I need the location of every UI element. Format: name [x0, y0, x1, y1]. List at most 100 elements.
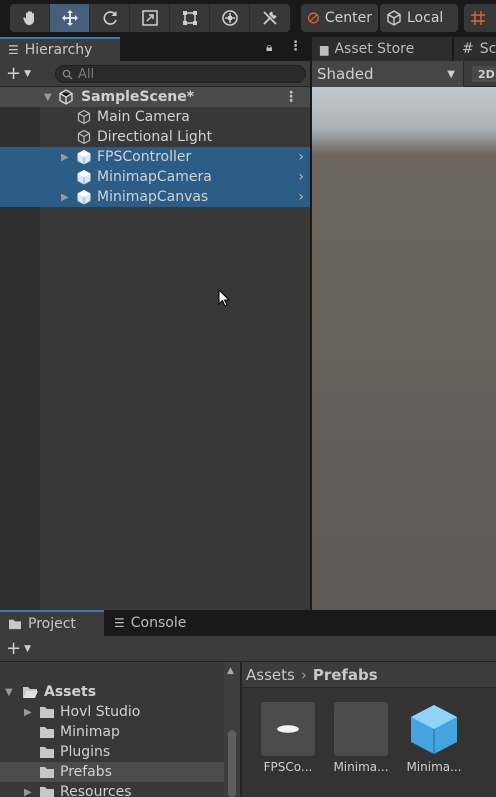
prefab-icon — [77, 170, 91, 185]
expand-arrow-icon: ▼ — [44, 91, 52, 103]
search-icon — [62, 69, 73, 80]
chevron-right-icon[interactable]: › — [298, 149, 304, 165]
scale-tool-button[interactable] — [130, 4, 170, 32]
tab-scene[interactable]: # Sc — [454, 37, 496, 61]
chevron-right-icon[interactable]: › — [298, 189, 304, 205]
unity-scene-icon — [59, 89, 73, 105]
chevron-right-icon[interactable]: › — [298, 169, 304, 185]
expand-arrow-icon[interactable]: ▼ — [5, 687, 13, 698]
tab-console-label: Console — [130, 615, 187, 631]
rect-tool-icon — [182, 11, 197, 25]
tree-item-prefabs[interactable]: Prefabs — [0, 762, 224, 782]
asset-tile[interactable]: FPSCo... — [258, 702, 318, 774]
scene-menu-icon[interactable]: ⋮ — [284, 89, 298, 105]
transform-tool-button[interactable] — [210, 4, 250, 32]
create-dropdown[interactable]: + ▼ — [6, 65, 31, 83]
hierarchy-item[interactable]: Directional Light — [0, 127, 310, 147]
gameobject-icon — [77, 129, 91, 145]
pivot-rotation-button[interactable]: Local — [380, 4, 458, 32]
tab-asset-store[interactable]: ▆ Asset Store — [312, 37, 452, 61]
tree-item-minimap[interactable]: Minimap — [0, 722, 224, 742]
asset-label: FPSCo... — [263, 760, 313, 774]
breadcrumb: Assets › Prefabs — [242, 662, 496, 688]
tab-hierarchy-label: Hierarchy — [24, 42, 93, 58]
2d-toggle-button[interactable]: 2D — [472, 66, 496, 82]
tree-item-label: Resources — [60, 784, 132, 797]
list-icon: ☰ — [8, 43, 19, 57]
hierarchy-item[interactable]: ▶ MinimapCanvas › — [0, 187, 310, 207]
tree-item-hovl-studio[interactable]: ▶ Hovl Studio — [0, 702, 224, 722]
expand-arrow-icon[interactable]: ▶ — [24, 707, 32, 718]
chevron-right-icon: › — [300, 665, 307, 684]
tree-item-assets[interactable]: ▼ Assets — [0, 682, 224, 702]
expand-arrow-icon[interactable]: ▶ — [24, 787, 32, 797]
hand-tool-button[interactable] — [10, 4, 50, 32]
prefab-cube-icon — [411, 705, 457, 754]
scene-name: SampleScene* — [81, 89, 195, 105]
rotate-tool-button[interactable] — [90, 4, 130, 32]
grid-snap-icon — [471, 11, 485, 25]
scene-viewport[interactable] — [312, 87, 496, 610]
pivot-mode-button[interactable]: Center — [301, 4, 378, 32]
tree-item-label: Plugins — [60, 744, 111, 760]
transform-tool-icon — [221, 10, 238, 26]
scene-row[interactable]: ▼ SampleScene* ⋮ — [0, 87, 310, 107]
create-asset-dropdown[interactable]: + ▼ — [6, 640, 31, 658]
hierarchy-menu-icon[interactable]: ⋮ — [289, 39, 302, 54]
folder-icon — [40, 707, 54, 718]
hierarchy-item[interactable]: Main Camera — [0, 107, 310, 127]
hierarchy-item[interactable]: ▶ FPSController › — [0, 147, 310, 167]
expand-arrow-icon[interactable]: ▶ — [61, 192, 69, 203]
gameobject-icon — [77, 109, 91, 125]
hierarchy-item[interactable]: MinimapCamera › — [0, 167, 310, 187]
rotate-tool-icon — [103, 11, 117, 25]
mouse-cursor-icon — [218, 289, 230, 307]
hierarchy-toolbar: + ▼ All — [0, 61, 310, 87]
tab-console[interactable]: ☰ Console — [106, 610, 202, 636]
tree-item-label: Minimap — [60, 724, 120, 740]
open-folder-icon — [23, 687, 38, 698]
lock-icon[interactable]: 🔒︎ — [266, 40, 272, 55]
chevron-down-icon: ▼ — [447, 68, 455, 80]
tab-scene-label: Sc — [479, 41, 496, 57]
scene-tabbar: ▆ Asset Store # Sc — [312, 37, 496, 61]
move-tool-button[interactable] — [50, 4, 90, 32]
hierarchy-search-input[interactable]: All — [55, 65, 306, 83]
rect-tool-button[interactable] — [170, 4, 210, 32]
shading-mode-value: Shaded — [317, 65, 374, 83]
custom-tool-button[interactable] — [250, 4, 290, 32]
grid-snap-button[interactable] — [464, 4, 496, 32]
transform-tools — [10, 4, 290, 32]
folder-icon — [40, 767, 54, 778]
tab-hierarchy[interactable]: ☰ Hierarchy — [0, 37, 120, 61]
asset-thumbnail — [261, 702, 315, 756]
pivot-mode-label: Center — [324, 10, 372, 26]
tree-item-label: Prefabs — [60, 764, 112, 780]
hierarchy-item-label: MinimapCanvas — [97, 189, 209, 205]
move-tool-icon — [61, 10, 78, 26]
main-toolbar: Center Local — [0, 0, 496, 37]
scrollbar-thumb[interactable] — [228, 730, 236, 797]
breadcrumb-assets[interactable]: Assets — [246, 666, 295, 684]
console-icon: ☰ — [114, 616, 125, 630]
scroll-up-icon[interactable]: ▲ — [227, 666, 234, 676]
expand-arrow-icon[interactable]: ▶ — [61, 152, 69, 163]
local-cube-icon — [387, 10, 401, 26]
asset-tile[interactable]: Minima... — [404, 702, 464, 774]
plus-icon: + — [6, 63, 22, 84]
tree-item-plugins[interactable]: Plugins — [0, 742, 224, 762]
shading-mode-dropdown[interactable]: Shaded ▼ — [312, 61, 464, 87]
scene-toolbar: Shaded ▼ 2D — [312, 61, 496, 87]
scale-tool-icon — [141, 10, 158, 26]
tree-scrollbar[interactable]: ▲ — [224, 662, 240, 797]
chevron-down-icon: ▼ — [24, 69, 32, 79]
tab-project[interactable]: Project — [0, 610, 104, 636]
hierarchy-item-label: Directional Light — [97, 129, 213, 145]
breadcrumb-prefabs[interactable]: Prefabs — [313, 666, 378, 684]
tree-item-resources[interactable]: ▶ Resources — [0, 782, 224, 797]
tab-asset-store-label: Asset Store — [334, 41, 415, 57]
pivot-rotation-label: Local — [407, 10, 444, 26]
prefab-icon — [77, 150, 91, 165]
asset-tile[interactable]: Minima... — [331, 702, 391, 774]
tree-item-label: Assets — [44, 684, 97, 700]
